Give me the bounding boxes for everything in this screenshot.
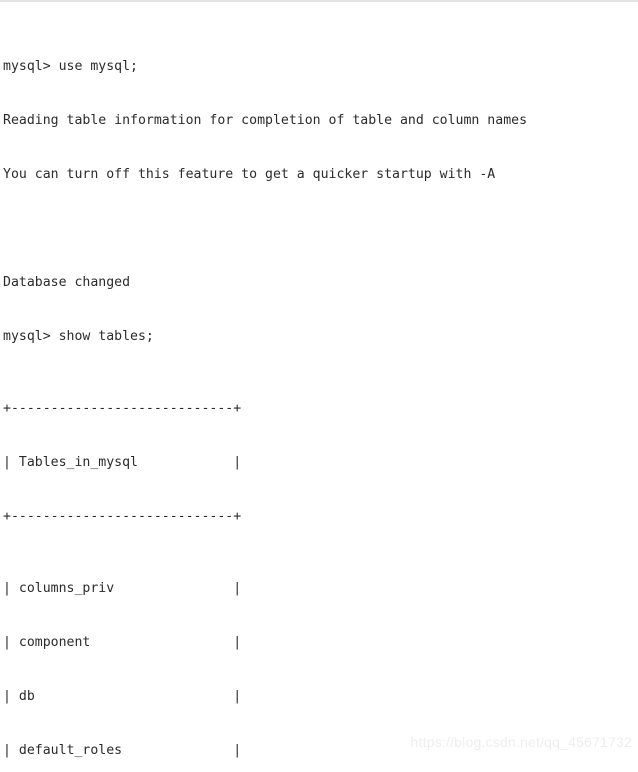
status-database-changed: Database changed (3, 275, 131, 290)
csdn-watermark: https://blog.csdn.net/qq_45671732 (410, 734, 632, 750)
table-header-row: | Tables_in_mysql | (3, 455, 242, 470)
table-row: | columns_priv | (3, 581, 242, 596)
notice-turn-off-feature: You can turn off this feature to get a q… (3, 167, 496, 182)
notice-reading-table-information: Reading table information for completion… (3, 113, 528, 128)
table-row: | component | (3, 635, 242, 650)
table-row: | db | (3, 689, 242, 704)
command-line-use-mysql: mysql> use mysql; (3, 59, 138, 74)
table-border-top: +----------------------------+ (3, 401, 242, 416)
terminal-window[interactable]: mysql> use mysql; Reading table informat… (0, 0, 638, 772)
command-line-show-tables: mysql> show tables; (3, 329, 154, 344)
table-border-middle: +----------------------------+ (3, 509, 242, 524)
console-output: mysql> use mysql; Reading table informat… (3, 4, 527, 772)
